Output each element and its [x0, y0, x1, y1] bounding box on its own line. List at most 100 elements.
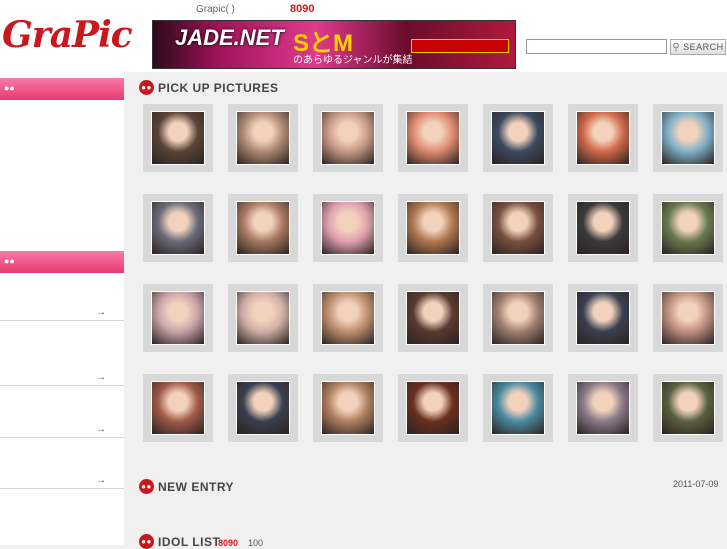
- picture-thumbnail[interactable]: [568, 284, 638, 352]
- picture-thumbnail[interactable]: [228, 284, 298, 352]
- picture-mat: [236, 291, 290, 345]
- picture-image: [407, 202, 459, 254]
- picture-image: [662, 292, 714, 344]
- new-entry-title-text: NEW ENTRY: [158, 479, 235, 494]
- search-button[interactable]: ⚲ SEARCH: [670, 39, 726, 55]
- idol-list-section-title: ●● IDOL LIST: [139, 534, 220, 549]
- picture-mat: [576, 291, 630, 345]
- picture-mat: [151, 201, 205, 255]
- idol-list-title-text: IDOL LIST: [158, 534, 221, 549]
- idol-list-count: 8090: [218, 538, 239, 548]
- picture-thumbnail[interactable]: [313, 104, 383, 172]
- picture-image: [152, 202, 204, 254]
- picture-mat: [236, 381, 290, 435]
- picture-image: [152, 292, 204, 344]
- picture-mat: [321, 111, 375, 165]
- new-entry-section-title: ●● NEW ENTRY: [139, 479, 234, 494]
- picture-image: [237, 382, 289, 434]
- picture-thumbnail[interactable]: [143, 284, 213, 352]
- picture-image: [662, 112, 714, 164]
- sidebar-link-4[interactable]: →: [0, 438, 124, 489]
- picture-thumbnail[interactable]: [653, 374, 723, 442]
- picture-mat: [406, 201, 460, 255]
- arrow-right-icon: →: [96, 424, 106, 435]
- picture-mat: [576, 201, 630, 255]
- sidebar-link-3[interactable]: →: [0, 386, 124, 438]
- site-logo[interactable]: GraPic: [2, 14, 133, 56]
- picture-thumbnail[interactable]: [653, 104, 723, 172]
- picture-image: [322, 202, 374, 254]
- picture-image: [492, 202, 544, 254]
- picture-mat: [151, 291, 205, 345]
- picture-thumbnail[interactable]: [143, 104, 213, 172]
- picture-image: [492, 292, 544, 344]
- picture-thumbnail[interactable]: [143, 374, 213, 442]
- picture-thumbnail[interactable]: [568, 374, 638, 442]
- picture-thumbnail[interactable]: [653, 284, 723, 352]
- picture-thumbnail[interactable]: [313, 194, 383, 262]
- picture-image: [492, 382, 544, 434]
- user-icon: ●●: [4, 83, 15, 93]
- picture-mat: [151, 111, 205, 165]
- sidebar: ●● ●● → → → →: [0, 72, 124, 545]
- banner-badge: [411, 39, 509, 53]
- picture-thumbnail[interactable]: [398, 284, 468, 352]
- picture-thumbnail[interactable]: [568, 194, 638, 262]
- picture-image: [407, 292, 459, 344]
- picture-mat: [406, 381, 460, 435]
- picture-image: [152, 382, 204, 434]
- picture-thumbnail[interactable]: [398, 104, 468, 172]
- search-input[interactable]: [526, 39, 667, 54]
- picture-mat: [151, 381, 205, 435]
- picture-image: [492, 112, 544, 164]
- picture-mat: [491, 291, 545, 345]
- search-button-label: SEARCH: [683, 42, 724, 52]
- picture-thumbnail[interactable]: [228, 374, 298, 442]
- search-icon: ⚲: [672, 41, 681, 53]
- picture-image: [407, 112, 459, 164]
- picture-thumbnail[interactable]: [483, 374, 553, 442]
- picture-mat: [576, 381, 630, 435]
- picture-mat: [661, 111, 715, 165]
- picture-thumbnail[interactable]: [483, 194, 553, 262]
- picture-image: [577, 382, 629, 434]
- picture-image: [237, 112, 289, 164]
- picture-mat: [491, 381, 545, 435]
- picture-mat: [661, 291, 715, 345]
- picture-mat: [406, 111, 460, 165]
- picture-thumbnail[interactable]: [313, 374, 383, 442]
- sidebar-link-1[interactable]: →: [0, 273, 124, 321]
- banner-caption: のあらゆるジャンルが集結: [293, 55, 413, 66]
- picture-image: [152, 112, 204, 164]
- picture-mat: [236, 201, 290, 255]
- picture-thumbnail[interactable]: [398, 194, 468, 262]
- new-entry-date: 2011-07-09: [673, 479, 719, 489]
- header: GraPic Grapic( ) 8090 JADE.NET SとM のあらゆる…: [0, 0, 727, 72]
- picture-mat: [576, 111, 630, 165]
- sidebar-link-2[interactable]: →: [0, 321, 124, 386]
- picture-thumbnail[interactable]: [313, 284, 383, 352]
- picture-thumbnail[interactable]: [228, 194, 298, 262]
- site-count-label: Grapic( ): [196, 4, 235, 15]
- picture-thumbnail[interactable]: [483, 104, 553, 172]
- sidebar-section-header-2: ●●: [0, 251, 124, 273]
- picture-thumbnail[interactable]: [143, 194, 213, 262]
- picture-thumbnail[interactable]: [653, 194, 723, 262]
- picture-mat: [321, 381, 375, 435]
- picture-image: [662, 382, 714, 434]
- picture-thumbnail[interactable]: [483, 284, 553, 352]
- pickup-title-text: PICK UP PICTURES: [158, 80, 279, 95]
- user-icon: ●●: [4, 256, 15, 266]
- arrow-right-icon: →: [96, 307, 106, 318]
- picture-mat: [491, 111, 545, 165]
- pickup-section-title: ●● PICK UP PICTURES: [139, 80, 278, 95]
- picture-thumbnail[interactable]: [398, 374, 468, 442]
- picture-mat: [491, 201, 545, 255]
- picture-image: [322, 382, 374, 434]
- picture-mat: [236, 111, 290, 165]
- ad-banner[interactable]: JADE.NET SとM のあらゆるジャンルが集結: [152, 20, 516, 69]
- picture-image: [577, 292, 629, 344]
- picture-image: [322, 292, 374, 344]
- picture-thumbnail[interactable]: [228, 104, 298, 172]
- picture-thumbnail[interactable]: [568, 104, 638, 172]
